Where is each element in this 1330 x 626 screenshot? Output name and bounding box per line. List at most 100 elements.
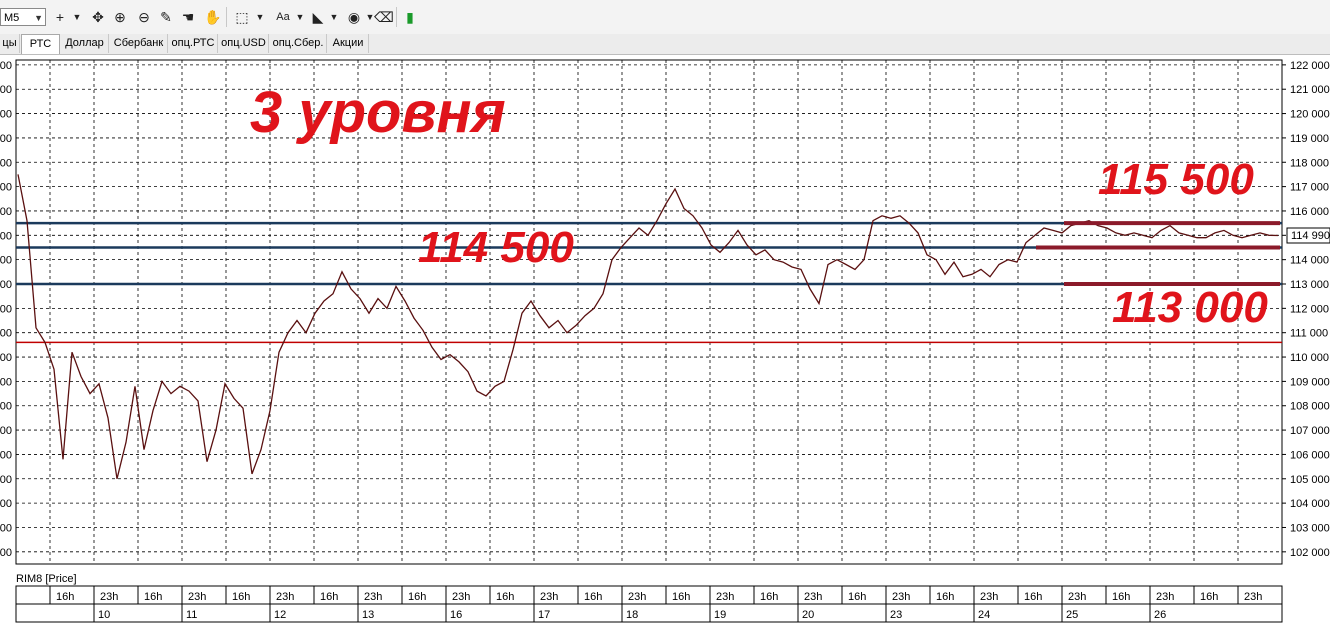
time-tick-label: 16h: [232, 591, 250, 603]
left-y-tick-label: 000: [0, 109, 12, 121]
eye-icon[interactable]: ◉: [346, 7, 362, 27]
tab-sberbank[interactable]: Сбербанк: [110, 34, 168, 53]
day-tick-label: 19: [714, 609, 726, 621]
time-tick-label: 23h: [452, 591, 470, 603]
tab-prices[interactable]: цы: [0, 34, 20, 53]
tab-options-sber[interactable]: опц.Сбер.: [270, 34, 327, 53]
tab-dollar[interactable]: Доллар: [61, 34, 109, 53]
left-y-tick-label: 000: [0, 401, 12, 413]
eraser-icon[interactable]: ⌫: [374, 7, 394, 27]
left-y-tick-label: 000: [0, 279, 12, 291]
move-icon[interactable]: ✥: [90, 7, 106, 27]
chevron-down-icon[interactable]: ▼: [70, 7, 84, 27]
time-tick-label: 23h: [100, 591, 118, 603]
toolbar-separator: [226, 7, 227, 27]
time-tick-label: 16h: [1200, 591, 1218, 603]
instrument-tabs: цы РТС Доллар Сбербанк опц.РТС опц.USD о…: [0, 34, 1330, 55]
text-icon[interactable]: Aa: [272, 7, 294, 27]
hand-icon[interactable]: ✋: [204, 7, 221, 27]
hand-icon[interactable]: ☚: [180, 7, 196, 27]
time-tick-label: 23h: [364, 591, 382, 603]
time-tick-label: 16h: [672, 591, 690, 603]
plot-frame: [15, 59, 1283, 565]
left-y-tick-label: 000: [0, 303, 12, 315]
y-tick-label: 118 000: [1290, 157, 1329, 169]
day-tick-label: 11: [186, 609, 197, 621]
day-tick-label: 18: [626, 609, 638, 621]
y-tick-label: 119 000: [1290, 133, 1329, 145]
tab-stocks[interactable]: Акции: [328, 34, 369, 53]
time-tick-label: 16h: [1112, 591, 1130, 603]
y-tick-label: 111 000: [1290, 328, 1328, 340]
time-tick-label: 16h: [320, 591, 338, 603]
y-tick-label: 112 000: [1290, 303, 1329, 315]
annotation-level-mid: 114 500: [418, 223, 574, 272]
zoom-out-icon[interactable]: ⊖: [136, 7, 152, 27]
toolbar-separator: [396, 7, 397, 27]
y-tick-label: 113 000: [1290, 279, 1329, 291]
y-tick-label: 117 000: [1290, 182, 1329, 194]
annotation-level-bottom: 113 000: [1112, 283, 1268, 332]
left-y-tick-label: 000: [0, 376, 12, 388]
y-tick-label: 109 000: [1290, 376, 1330, 388]
rectangle-icon[interactable]: ⬚: [234, 7, 250, 27]
y-tick-label: 122 000: [1290, 60, 1330, 72]
time-tick-label: 23h: [804, 591, 822, 603]
y-tick-label: 103 000: [1290, 522, 1330, 534]
toolbar: M5 ▼ + ▼ ✥ ⊕ ⊖ ✎ ☚ ✋ ⬚ ▼ Aa ▼ ◣ ▼ ◉ ▼ ⌫ …: [0, 0, 1330, 34]
time-tick-label: 16h: [936, 591, 954, 603]
y-tick-label: 105 000: [1290, 474, 1330, 486]
day-tick-label: 25: [1066, 609, 1078, 621]
left-y-tick-label: 000: [0, 255, 12, 267]
time-tick-label: 16h: [408, 591, 426, 603]
time-tick-label: 23h: [276, 591, 294, 603]
tab-rts[interactable]: РТС: [21, 34, 60, 54]
time-tick-label: 16h: [760, 591, 778, 603]
day-tick-label: 17: [538, 609, 550, 621]
instrument-label: RIM8 [Price]: [16, 573, 77, 585]
time-tick-label: 23h: [716, 591, 734, 603]
annotation-level-top: 115 500: [1098, 155, 1254, 204]
chevron-down-icon[interactable]: ▼: [294, 7, 306, 27]
annotation-title: 3 уровня: [250, 80, 506, 145]
indicator-icon[interactable]: ▮: [402, 7, 418, 27]
timeframe-value: M5: [4, 12, 20, 24]
last-price-label: 114 990: [1291, 230, 1330, 242]
right-price-axis: 122 000 121 000 120 000 119 000 118 000 117 0…: [1282, 60, 1330, 559]
fill-icon[interactable]: ◣: [310, 7, 326, 27]
chevron-down-icon[interactable]: ▼: [328, 7, 340, 27]
y-tick-label: 116 000: [1290, 206, 1329, 218]
left-y-tick-label: 000: [0, 133, 12, 145]
left-y-tick-label: 000: [0, 328, 12, 340]
y-tick-label: 108 000: [1290, 401, 1330, 413]
zoom-in-icon[interactable]: ⊕: [112, 7, 128, 27]
time-tick-label: 23h: [188, 591, 206, 603]
crosshair-icon[interactable]: +: [52, 7, 68, 27]
time-tick-label: 23h: [892, 591, 910, 603]
chevron-down-icon: ▼: [34, 13, 43, 23]
time-tick-label: 23h: [1068, 591, 1086, 603]
day-tick-label: 12: [274, 609, 286, 621]
tab-options-rts[interactable]: опц.РТС: [169, 34, 218, 53]
time-axis: 16h 23h 16h 23h 16h 23h 16h 23h 16h 23h 16h 23h 16h 2…: [15, 585, 1283, 623]
chart-area[interactable]: 00 0 0 00 00 0 0 00 00 0 0 00 00 0 0 00 00 0 0 00 00 0 0 00 00 0 0…: [0, 54, 1330, 626]
price-chart[interactable]: 00 0 0 00 00 0 0 00 00 0 0 00 00 0 0 00 00 0 0 00 00 0 0 00 00 0 0…: [0, 54, 1330, 626]
left-y-tick-label: 000: [0, 474, 12, 486]
ruler-icon[interactable]: ✎: [158, 7, 174, 27]
time-tick-label: 16h: [144, 591, 162, 603]
tab-options-usd[interactable]: опц.USD: [219, 34, 269, 53]
left-y-tick-label: 000: [0, 547, 12, 559]
y-tick-label: 104 000: [1290, 498, 1330, 510]
day-tick-label: 10: [98, 609, 110, 621]
chevron-down-icon[interactable]: ▼: [254, 7, 266, 27]
y-tick-label: 121 000: [1290, 84, 1330, 96]
last-price-marker: 114 990: [1286, 227, 1330, 244]
day-tick-label: 26: [1154, 609, 1166, 621]
day-tick-label: 20: [802, 609, 814, 621]
time-tick-label: 16h: [496, 591, 514, 603]
time-tick-label: 23h: [540, 591, 558, 603]
left-y-tick-label: 000: [0, 498, 12, 510]
time-tick-label: 16h: [848, 591, 866, 603]
timeframe-select[interactable]: M5 ▼: [0, 8, 46, 26]
left-y-tick-label: 000: [0, 206, 12, 218]
